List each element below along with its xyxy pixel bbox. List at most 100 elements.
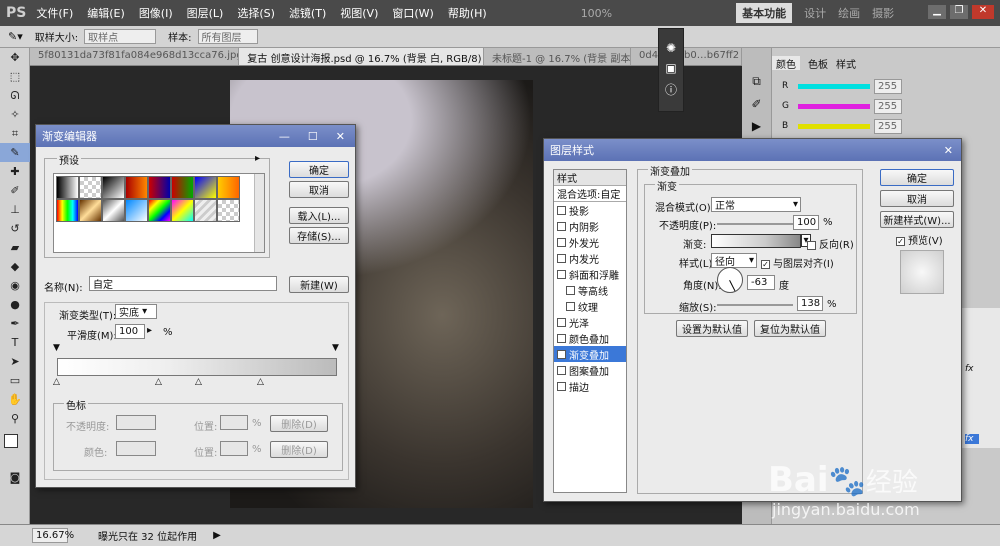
angle-input[interactable]: -63 — [747, 275, 775, 290]
preset-swatch[interactable] — [171, 176, 194, 199]
status-arrow-icon[interactable]: ▶ — [213, 530, 221, 541]
style-item-checkbox[interactable] — [557, 205, 566, 215]
move-tool-icon[interactable]: ✥ — [0, 48, 30, 67]
style-item[interactable]: 等高线 — [554, 282, 626, 298]
stop-opacity-input[interactable] — [116, 415, 156, 430]
green-slider[interactable] — [798, 103, 870, 109]
close-icon[interactable]: ✕ — [944, 144, 953, 157]
delete-color-stop-button[interactable]: 删除(D) — [270, 441, 328, 458]
crop-tool-icon[interactable]: ⌗ — [0, 124, 30, 143]
opacity-stop-left[interactable]: ▼ — [53, 343, 60, 353]
blue-value[interactable]: 255 — [874, 118, 902, 134]
menu-window[interactable]: 窗口(W) — [392, 5, 433, 21]
preset-swatch[interactable] — [148, 176, 171, 199]
set-default-button[interactable]: 设置为默认值 — [676, 320, 748, 337]
image-icon[interactable]: ▣ — [659, 61, 683, 75]
menu-image[interactable]: 图像(I) — [139, 5, 173, 21]
menu-edit[interactable]: 编辑(E) — [87, 5, 125, 21]
style-item-checkbox[interactable] — [557, 381, 566, 391]
style-item[interactable]: ✓ 渐变叠加 — [554, 346, 626, 362]
style-item-checkbox[interactable] — [566, 301, 575, 311]
preset-swatch[interactable] — [56, 199, 79, 222]
bucket-tool-icon[interactable]: ◆ — [0, 257, 30, 276]
preset-swatch[interactable] — [102, 199, 125, 222]
eyedropper-tool-icon[interactable]: ✎ — [0, 143, 30, 162]
eraser-tool-icon[interactable]: ▰ — [0, 238, 30, 257]
cancel-button[interactable]: 取消 — [880, 190, 954, 207]
opacity-slider[interactable] — [717, 223, 793, 225]
style-item-checkbox[interactable] — [566, 285, 575, 295]
tab-doc-1[interactable]: 5f80131da73f81fa084e968d13cca76.jpg — [30, 48, 240, 65]
type-tool-icon[interactable]: T — [0, 333, 30, 352]
delete-opacity-stop-button[interactable]: 删除(D) — [270, 415, 328, 432]
preset-swatch[interactable] — [194, 176, 217, 199]
cancel-button[interactable]: 取消 — [289, 181, 349, 198]
path-select-tool-icon[interactable]: ➤ — [0, 352, 30, 371]
smoothness-input[interactable]: 100 — [115, 324, 145, 339]
style-item-checkbox[interactable] — [557, 221, 566, 231]
sample-select[interactable]: 所有图层 — [197, 29, 258, 44]
compass-icon[interactable]: ✺ — [659, 41, 683, 55]
preset-swatch[interactable] — [79, 176, 102, 199]
stop-color-swatch[interactable] — [116, 441, 156, 456]
gradient-type-select[interactable]: 实底 ▾ — [115, 304, 157, 319]
red-value[interactable]: 255 — [874, 78, 902, 94]
zoom-tool-icon[interactable]: ⚲ — [0, 409, 30, 428]
healing-tool-icon[interactable]: ✚ — [0, 162, 30, 181]
close-icon[interactable]: ✕ — [336, 130, 345, 143]
opacity-input[interactable]: 100 — [793, 215, 819, 230]
blue-slider[interactable] — [798, 123, 870, 129]
style-item[interactable]: 斜面和浮雕 — [554, 266, 626, 282]
scale-input[interactable]: 138 — [797, 296, 823, 311]
reset-default-button[interactable]: 复位为默认值 — [754, 320, 826, 337]
close-icon[interactable]: ✕ — [972, 5, 994, 19]
preset-swatch[interactable] — [79, 199, 102, 222]
blur-tool-icon[interactable]: ◉ — [0, 276, 30, 295]
quick-select-tool-icon[interactable]: ✧ — [0, 105, 30, 124]
preset-swatch[interactable] — [125, 199, 148, 222]
actions-icon[interactable]: ▶ — [742, 119, 771, 133]
zoom-readout[interactable]: 16.67% — [32, 528, 74, 543]
hand-tool-icon[interactable]: ✋ — [0, 390, 30, 409]
history-icon[interactable]: ⧉ — [742, 74, 771, 89]
color-stop[interactable]: △ — [195, 377, 202, 387]
name-input[interactable]: 自定 — [89, 276, 277, 291]
maximize-icon[interactable]: ❐ — [950, 5, 968, 19]
dodge-tool-icon[interactable]: ● — [0, 295, 30, 314]
style-item-checkbox[interactable] — [557, 317, 566, 327]
style-item[interactable]: 光泽 — [554, 314, 626, 330]
workspace-paint[interactable]: 绘画 — [838, 5, 860, 21]
style-item[interactable]: 纹理 — [554, 298, 626, 314]
blend-options-item[interactable]: 混合选项:自定 — [554, 186, 626, 202]
style-item-checkbox[interactable]: ✓ — [557, 349, 566, 359]
style-item-checkbox[interactable] — [557, 333, 566, 343]
scale-slider[interactable] — [717, 304, 793, 306]
info-icon[interactable]: ⓘ — [659, 81, 683, 98]
new-style-button[interactable]: 新建样式(W)... — [880, 211, 954, 228]
styles-header[interactable]: 样式 — [554, 170, 626, 186]
shape-tool-icon[interactable]: ▭ — [0, 371, 30, 390]
menu-filter[interactable]: 滤镜(T) — [289, 5, 326, 21]
style-select[interactable]: 径向 ▾ — [711, 253, 757, 268]
tab-color[interactable]: 颜色 — [772, 56, 800, 71]
tab-swatches[interactable]: 色板 — [808, 56, 828, 71]
tab-doc-2[interactable]: 复古 创意设计海报.psd @ 16.7% (背景 白, RGB/8) * — [239, 48, 484, 65]
style-item-checkbox[interactable] — [557, 365, 566, 375]
stop-location-input[interactable] — [220, 415, 248, 430]
color-stop[interactable]: △ — [53, 377, 60, 387]
marquee-tool-icon[interactable]: ⬚ — [0, 67, 30, 86]
ok-button[interactable]: 确定 — [880, 169, 954, 186]
preset-swatch[interactable] — [56, 176, 79, 199]
color-stop[interactable]: △ — [257, 377, 264, 387]
style-item[interactable]: 描边 — [554, 378, 626, 394]
menu-file[interactable]: 文件(F) — [36, 5, 73, 21]
preset-swatch[interactable] — [194, 199, 217, 222]
workspace-design[interactable]: 设计 — [804, 5, 826, 21]
style-item-checkbox[interactable] — [557, 253, 566, 263]
foreground-color[interactable] — [4, 434, 18, 448]
style-item[interactable]: 图案叠加 — [554, 362, 626, 378]
smoothness-arrow-icon[interactable]: ▸ — [147, 325, 152, 336]
maximize-icon[interactable]: ☐ — [308, 130, 318, 143]
style-item[interactable]: 内发光 — [554, 250, 626, 266]
pen-tool-icon[interactable]: ✒ — [0, 314, 30, 333]
